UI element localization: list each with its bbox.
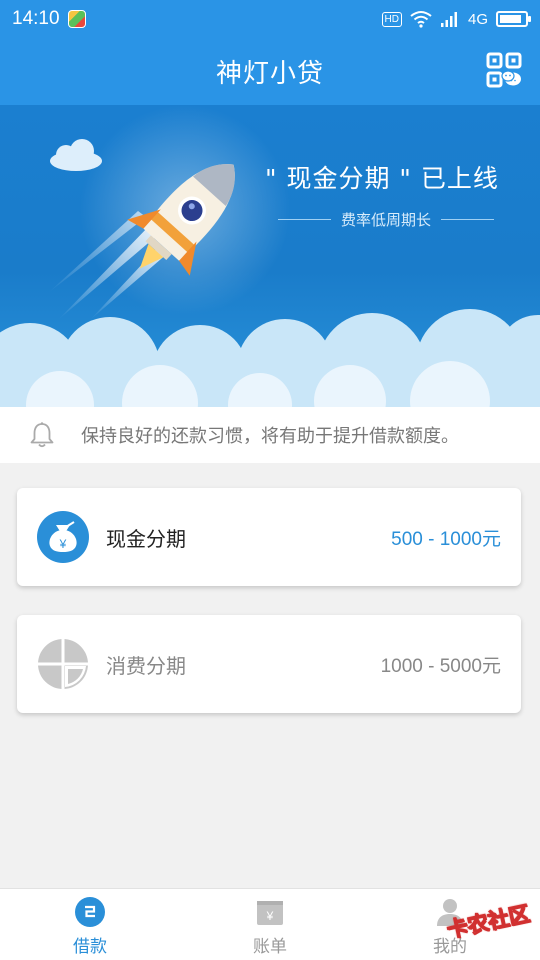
battery-icon [496,11,531,27]
wifi-icon [410,11,432,28]
nav-item-bill[interactable]: ¥ 账单 [180,889,360,960]
money-bag-icon: ¥ [37,511,89,563]
status-time: 14:10 [12,8,60,29]
signal-icon [440,12,457,27]
svg-text:¥: ¥ [266,909,274,923]
bill-icon: ¥ [257,901,283,925]
bell-icon [30,422,54,448]
nav-label: 账单 [253,937,287,957]
banner-subtitle: 费率低周期长 [278,209,495,230]
pie-chart-icon [38,639,88,689]
app-header: 神灯小贷 [0,38,540,105]
hd-icon: HD [381,11,402,27]
consumer-installment-card[interactable]: 消费分期 1000 - 5000元 [17,615,521,713]
banner-subtitle-text: 费率低周期长 [341,211,432,229]
qr-scan-icon[interactable] [486,52,522,88]
nav-label: 借款 [73,937,107,957]
small-cloud [50,139,102,171]
card-amount-range: 1000 - 5000元 [380,655,501,677]
page-title: 神灯小贷 [215,59,324,89]
banner-headline: " 现金分期 " 已上线 [265,164,499,193]
divider [278,219,331,220]
network-type: 4G [467,10,488,28]
card-amount-range: 500 - 1000元 [391,528,501,550]
divider [441,219,495,220]
banner-illustration [0,105,540,407]
status-icons: HD 4G [381,10,531,28]
status-bar: 14:10 HD 4G [0,0,540,38]
promo-banner[interactable]: " 现金分期 " 已上线 费率低周期长 [0,105,540,407]
card-title: 消费分期 [106,653,186,678]
cash-installment-card[interactable]: ¥ 现金分期 500 - 1000元 [17,488,521,586]
notice-bar: 保持良好的还款习惯，将有助于提升借款额度。 [0,407,540,463]
nav-item-loan[interactable]: 借款 [0,889,180,960]
svg-text:¥: ¥ [59,537,67,551]
notice-text: 保持良好的还款习惯，将有助于提升借款额度。 [81,426,459,447]
card-title: 现金分期 [106,526,186,551]
loan-icon [75,897,105,927]
app-icon [67,10,86,28]
